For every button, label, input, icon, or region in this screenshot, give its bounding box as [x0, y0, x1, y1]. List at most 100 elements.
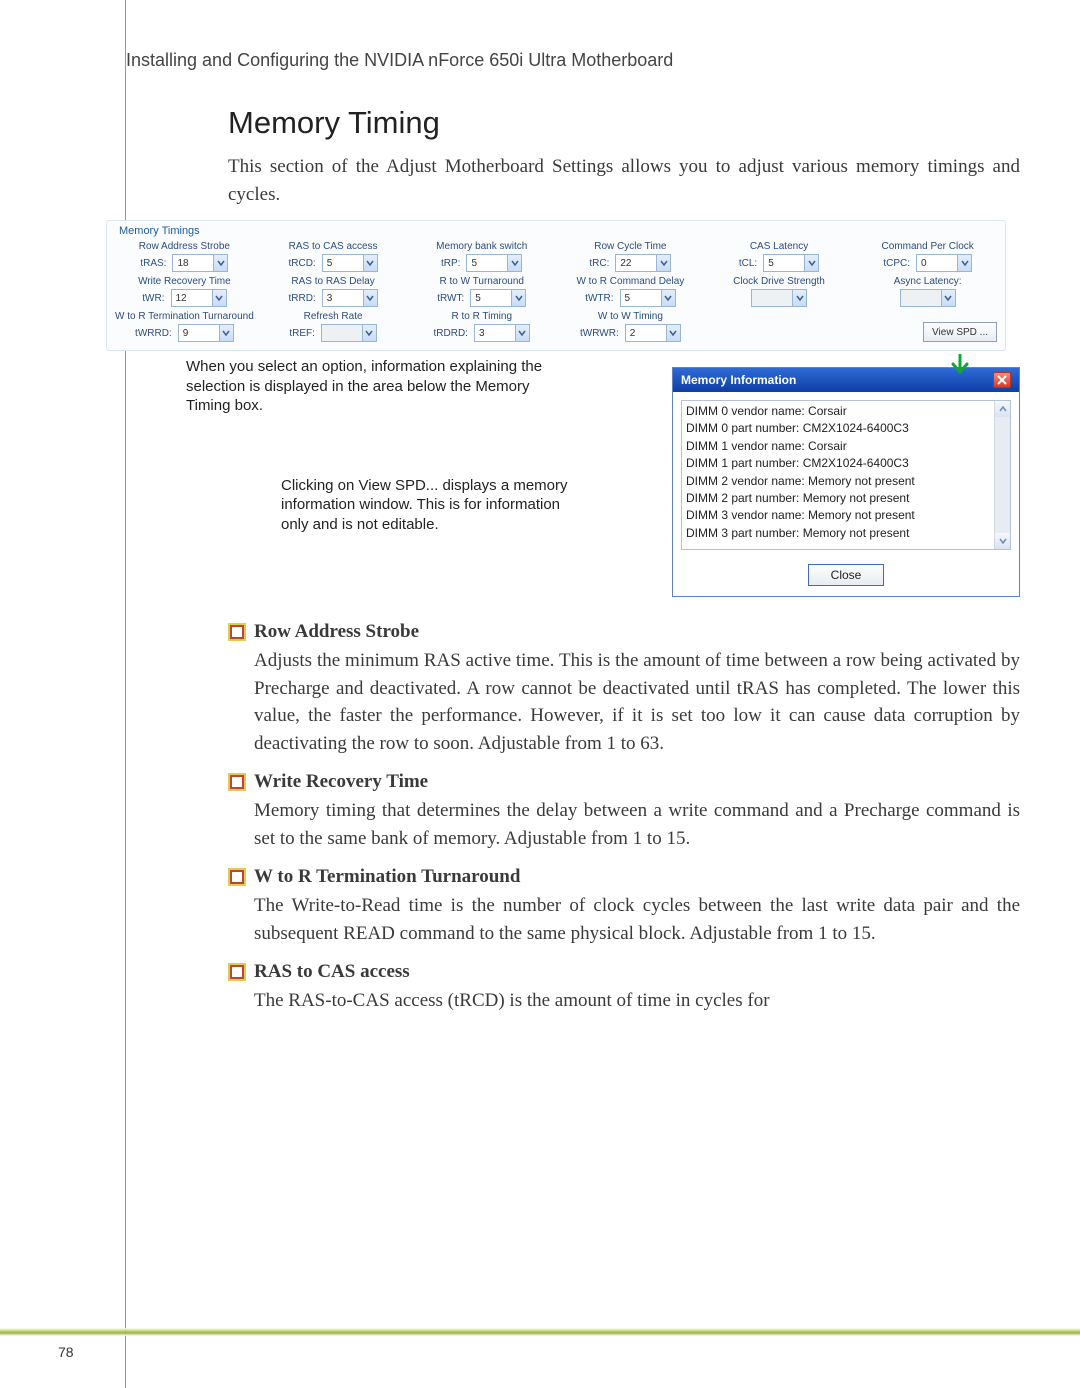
timing-select[interactable]: 5	[763, 254, 819, 272]
chevron-up-icon[interactable]	[995, 401, 1010, 417]
timing-value: 12	[176, 293, 187, 304]
timing-caption: W to R Command Delay	[576, 276, 684, 287]
timing-value: 2	[630, 328, 636, 339]
section-title: Memory Timing	[228, 105, 1020, 141]
definition-title: W to R Termination Turnaround	[254, 866, 520, 888]
timing-label: tCPC:	[883, 258, 910, 269]
timing-select[interactable]: 5	[466, 254, 522, 272]
chevron-down-icon[interactable]	[363, 290, 377, 306]
timing-select[interactable]: 0	[916, 254, 972, 272]
timing-value: 5	[471, 258, 477, 269]
timing-label: tRCD:	[288, 258, 315, 269]
timing-select[interactable]: 12	[171, 289, 227, 307]
chevron-down-icon[interactable]	[363, 255, 377, 271]
timing-select[interactable]: 22	[615, 254, 671, 272]
timing-select[interactable]: 2	[625, 324, 681, 342]
timing-caption: Write Recovery Time	[138, 276, 231, 287]
timing-field: Refresh Rate tREF:	[264, 311, 403, 342]
close-icon[interactable]	[993, 372, 1011, 388]
timing-label: tCL:	[739, 258, 757, 269]
chevron-down-icon[interactable]	[507, 255, 521, 271]
chevron-down-icon[interactable]	[219, 325, 233, 341]
timing-field: Row Address Strobe tRAS: 18	[115, 241, 254, 272]
chevron-down-icon[interactable]	[666, 325, 680, 341]
timing-field: W to R Command Delay tWTR: 5	[561, 276, 700, 307]
memory-information-list: DIMM 0 vendor name: CorsairDIMM 0 part n…	[681, 400, 1011, 550]
timing-value: 5	[768, 258, 774, 269]
timing-field: Clock Drive Strength	[710, 276, 849, 307]
definition-title: Row Address Strobe	[254, 621, 419, 643]
timing-caption: RAS to CAS access	[289, 241, 378, 252]
timing-value: 22	[620, 258, 631, 269]
timing-field: Write Recovery Time tWR: 12	[115, 276, 254, 307]
timing-label: tWRRD:	[135, 328, 172, 339]
timing-label: tREF:	[289, 328, 315, 339]
timing-value: 5	[327, 258, 333, 269]
chevron-down-icon[interactable]	[661, 290, 675, 306]
timing-value: 3	[327, 293, 333, 304]
definition-body: The Write-to-Read time is the number of …	[254, 892, 1020, 947]
timing-label: tRDRD:	[434, 328, 468, 339]
note-selection-info: When you select an option, information e…	[186, 357, 546, 416]
bullet-icon	[230, 965, 244, 979]
scrollbar[interactable]	[994, 401, 1010, 549]
view-spd-button[interactable]: View SPD ...	[923, 322, 997, 342]
timing-value: 5	[625, 293, 631, 304]
timing-select[interactable]: 5	[470, 289, 526, 307]
chevron-down-icon[interactable]	[213, 255, 227, 271]
section-intro: This section of the Adjust Motherboard S…	[228, 153, 1020, 208]
chevron-down-icon[interactable]	[957, 255, 971, 271]
chevron-down-icon[interactable]	[656, 255, 670, 271]
timing-field: RAS to CAS access tRCD: 5	[264, 241, 403, 272]
timing-select[interactable]: 18	[172, 254, 228, 272]
timing-label: tWTR:	[585, 293, 613, 304]
timing-caption: R to W Turnaround	[440, 276, 524, 287]
chevron-down-icon[interactable]	[362, 325, 376, 341]
timing-select[interactable]: 9	[178, 324, 234, 342]
chevron-down-icon[interactable]	[941, 290, 955, 306]
timing-field: R to R Timing tRDRD: 3	[412, 311, 551, 342]
chevron-down-icon[interactable]	[792, 290, 806, 306]
timing-label: tRC:	[589, 258, 609, 269]
close-button[interactable]: Close	[808, 564, 885, 586]
timing-caption: Command Per Clock	[882, 241, 974, 252]
timing-field: W to R Termination Turnaround tWRRD: 9	[115, 311, 254, 342]
timing-field: CAS Latency tCL: 5	[710, 241, 849, 272]
timing-caption: W to R Termination Turnaround	[115, 311, 254, 322]
timing-select[interactable]: 3	[322, 289, 378, 307]
memory-information-dialog: Memory Information DIMM 0 vendor name: C…	[672, 367, 1020, 597]
bullet-icon	[230, 625, 244, 639]
timing-field: W to W Timing tWRWR: 2	[561, 311, 700, 342]
page-number: 78	[58, 1344, 74, 1360]
chevron-down-icon[interactable]	[212, 290, 226, 306]
list-item: DIMM 3 vendor name: Memory not present	[686, 507, 988, 524]
chevron-down-icon[interactable]	[515, 325, 529, 341]
list-item: DIMM 2 part number: Memory not present	[686, 490, 988, 507]
timing-select	[751, 289, 807, 307]
timing-caption: W to W Timing	[598, 311, 663, 322]
list-item: DIMM 1 part number: CM2X1024-6400C3	[686, 455, 988, 472]
timing-select[interactable]: 3	[474, 324, 530, 342]
definition-body: Memory timing that determines the delay …	[254, 797, 1020, 852]
memory-timings-panel-title: Memory Timings	[119, 225, 997, 237]
timing-value: 5	[475, 293, 481, 304]
timing-label: tRWT:	[437, 293, 464, 304]
definition-item: RAS to CAS access The RAS-to-CAS access …	[230, 961, 1020, 1015]
definition-title: RAS to CAS access	[254, 961, 410, 983]
chevron-down-icon[interactable]	[511, 290, 525, 306]
definition-item: Write Recovery Time Memory timing that d…	[230, 771, 1020, 852]
chevron-down-icon[interactable]	[995, 533, 1010, 549]
chevron-down-icon[interactable]	[804, 255, 818, 271]
timing-select	[321, 324, 377, 342]
definition-body: The RAS-to-CAS access (tRCD) is the amou…	[254, 987, 1020, 1015]
timing-label: tRAS:	[140, 258, 166, 269]
timing-caption: Memory bank switch	[436, 241, 527, 252]
timing-label: tWRWR:	[580, 328, 619, 339]
timing-value: 9	[183, 328, 189, 339]
note-view-spd: Clicking on View SPD... displays a memor…	[281, 476, 591, 535]
timing-select[interactable]: 5	[322, 254, 378, 272]
footer-gradient	[0, 1328, 1080, 1336]
list-item: DIMM 0 part number: CM2X1024-6400C3	[686, 420, 988, 437]
definition-item: W to R Termination Turnaround The Write-…	[230, 866, 1020, 947]
timing-select[interactable]: 5	[620, 289, 676, 307]
